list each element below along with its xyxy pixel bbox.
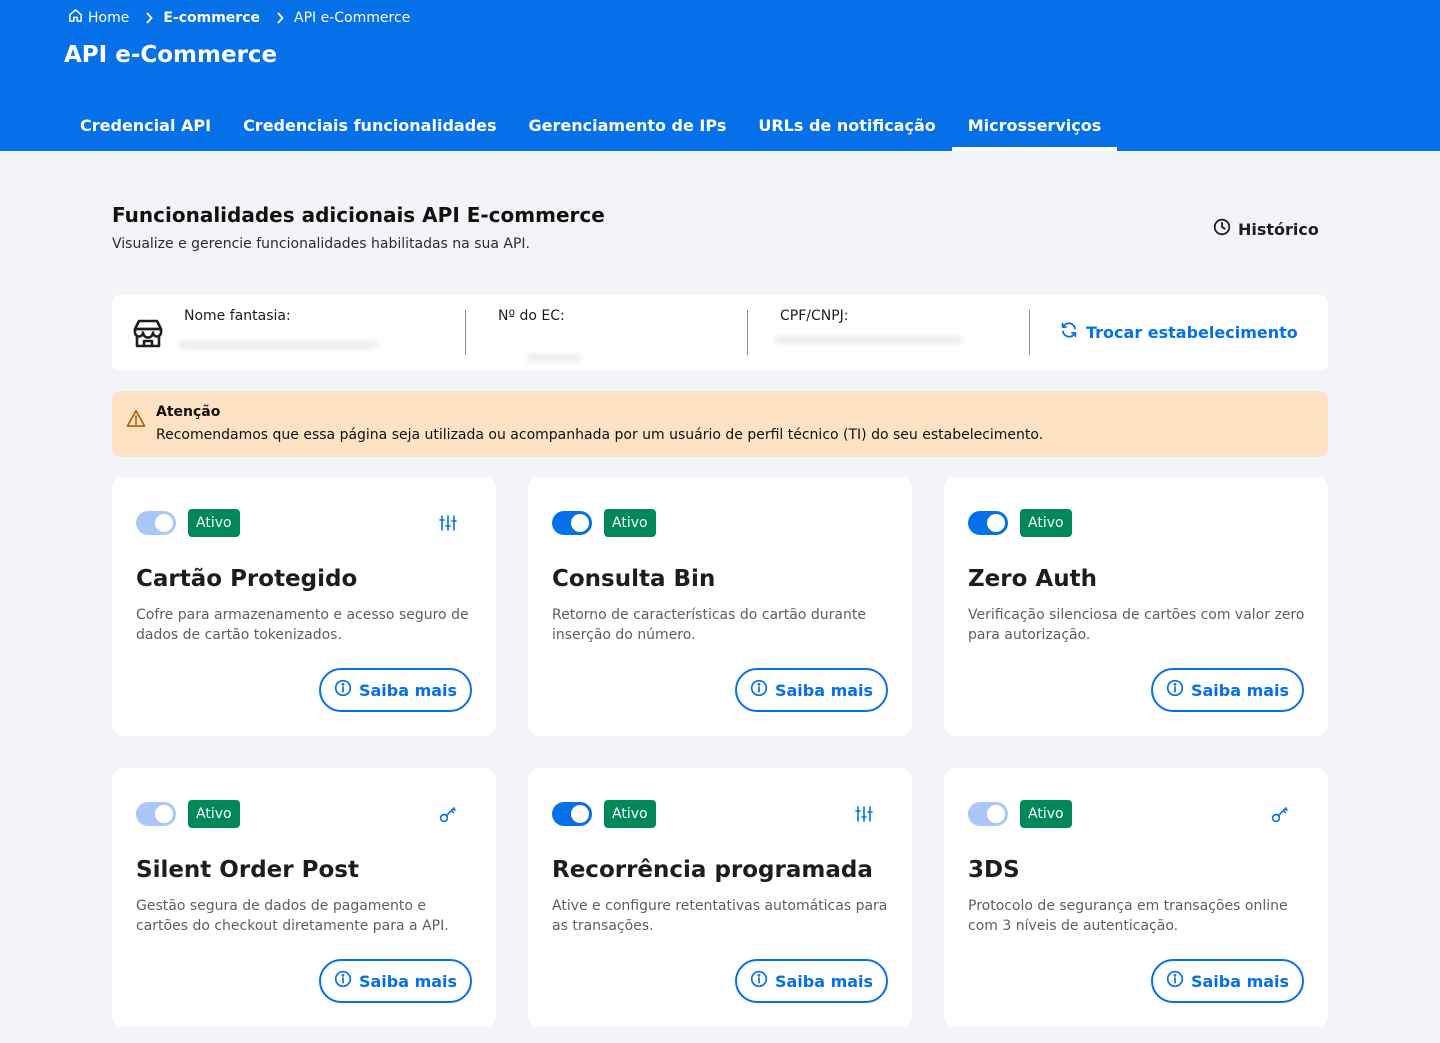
learn-more-label: Saiba mais xyxy=(774,680,874,700)
learn-more-button[interactable]: Saiba mais xyxy=(1151,668,1304,712)
feature-toggle[interactable] xyxy=(136,511,176,535)
card-title: Cartão Protegido xyxy=(136,566,358,592)
key-icon[interactable] xyxy=(1270,804,1290,828)
breadcrumb: Home E-commerce API e-Commerce xyxy=(68,8,410,27)
card-description: Cofre para armazenamento e acesso seguro… xyxy=(136,607,469,643)
store-icon xyxy=(130,315,166,355)
feature-card-consulta-bin: Ativo Consulta Bin Retorno de caracterís… xyxy=(528,477,912,736)
learn-more-label: Saiba mais xyxy=(1190,680,1290,700)
page-title: API e-Commerce xyxy=(64,42,278,68)
alert-message: Recomendamos que essa página seja utiliz… xyxy=(156,427,1044,443)
card-description: Retorno de características do cartão dur… xyxy=(552,607,866,643)
feature-card-zero-auth: Ativo Zero Auth Verificação silenciosa d… xyxy=(944,477,1328,736)
card-title: Consulta Bin xyxy=(552,566,716,592)
establishment-bar: Nome fantasia: Nº do EC: CPF/CNPJ: Troca… xyxy=(112,295,1328,371)
history-label: Histórico xyxy=(1238,219,1319,239)
learn-more-label: Saiba mais xyxy=(1190,971,1290,991)
status-badge: Ativo xyxy=(188,800,240,828)
status-badge: Ativo xyxy=(1020,800,1072,828)
info-icon xyxy=(334,970,352,992)
learn-more-label: Saiba mais xyxy=(358,971,458,991)
tab-microsservicos[interactable]: Microsserviços xyxy=(951,104,1118,151)
status-badge: Ativo xyxy=(604,800,656,828)
learn-more-button[interactable]: Saiba mais xyxy=(319,959,472,1003)
card-title: 3DS xyxy=(968,857,1020,883)
section-subtitle: Visualize e gerencie funcionalidades hab… xyxy=(112,236,530,252)
card-description: Protocolo de segurança em transações onl… xyxy=(968,898,1288,934)
feature-toggle[interactable] xyxy=(968,511,1008,535)
info-icon xyxy=(1166,970,1184,992)
swap-establishment-label: Trocar estabelecimento xyxy=(1086,322,1298,342)
feature-card-cartao-protegido: Ativo Cartão Protegido Cofre para armaze… xyxy=(112,477,496,736)
breadcrumb-ecommerce[interactable]: E-commerce xyxy=(163,10,260,26)
card-title: Silent Order Post xyxy=(136,857,359,883)
swap-establishment-button[interactable]: Trocar estabelecimento xyxy=(1060,321,1298,343)
status-badge: Ativo xyxy=(1020,509,1072,537)
chevron-right-icon xyxy=(145,11,154,24)
feature-toggle[interactable] xyxy=(968,802,1008,826)
feature-card-recorrencia-programada: Ativo Recorrência programada Ative e con… xyxy=(528,768,912,1027)
status-badge: Ativo xyxy=(604,509,656,537)
divider xyxy=(465,310,466,355)
trade-name-label: Nome fantasia: xyxy=(184,308,291,324)
page-header: Home E-commerce API e-Commerce API e-Com… xyxy=(0,0,1440,151)
info-icon xyxy=(1166,679,1184,701)
section-title: Funcionalidades adicionais API E-commerc… xyxy=(112,203,605,227)
feature-toggle[interactable] xyxy=(552,802,592,826)
feature-toggle[interactable] xyxy=(136,802,176,826)
feature-toggle[interactable] xyxy=(552,511,592,535)
tab-gerenciamento-ips[interactable]: Gerenciamento de IPs xyxy=(513,104,743,151)
tab-urls-notificacao[interactable]: URLs de notificação xyxy=(742,104,951,151)
learn-more-button[interactable]: Saiba mais xyxy=(319,668,472,712)
breadcrumb-current: API e-Commerce xyxy=(294,9,411,26)
card-description: Verificação silenciosa de cartões com va… xyxy=(968,607,1305,643)
document-value xyxy=(774,335,964,345)
chevron-right-icon xyxy=(276,11,284,24)
history-button[interactable]: Histórico xyxy=(1213,218,1319,240)
breadcrumb-home-label: Home xyxy=(88,9,130,26)
learn-more-button[interactable]: Saiba mais xyxy=(735,959,888,1003)
trade-name-value xyxy=(178,340,378,350)
card-description: Ative e configure retentativas automátic… xyxy=(552,898,888,934)
status-badge: Ativo xyxy=(188,509,240,537)
warning-icon xyxy=(126,409,146,432)
feature-card-3ds: Ativo 3DS Protocolo de segurança em tran… xyxy=(944,768,1328,1027)
card-description: Gestão segura de dados de pagamento e ca… xyxy=(136,898,449,934)
tab-credenciais-funcionalidades[interactable]: Credenciais funcionalidades xyxy=(227,104,512,151)
learn-more-button[interactable]: Saiba mais xyxy=(735,668,888,712)
learn-more-label: Saiba mais xyxy=(774,971,874,991)
tab-bar: Credencial API Credenciais funcionalidad… xyxy=(64,104,1118,151)
clock-icon xyxy=(1213,218,1231,240)
learn-more-button[interactable]: Saiba mais xyxy=(1151,959,1304,1003)
feature-card-silent-order-post: Ativo Silent Order Post Gestão segura de… xyxy=(112,768,496,1027)
info-icon xyxy=(750,679,768,701)
info-icon xyxy=(334,679,352,701)
card-title: Zero Auth xyxy=(968,566,1097,592)
divider xyxy=(1029,310,1030,355)
home-icon xyxy=(68,8,83,27)
sliders-icon[interactable] xyxy=(438,513,458,537)
alert-title: Atenção xyxy=(156,404,221,420)
divider xyxy=(747,310,748,355)
tab-credencial-api[interactable]: Credencial API xyxy=(64,104,227,151)
document-label: CPF/CNPJ: xyxy=(780,308,849,324)
attention-alert: Atenção Recomendamos que essa página sej… xyxy=(112,391,1328,457)
card-title: Recorrência programada xyxy=(552,857,873,883)
sliders-icon[interactable] xyxy=(854,804,874,828)
learn-more-label: Saiba mais xyxy=(358,680,458,700)
refresh-icon xyxy=(1060,321,1078,343)
key-icon[interactable] xyxy=(438,804,458,828)
info-icon xyxy=(750,970,768,992)
breadcrumb-home[interactable]: Home xyxy=(68,8,129,27)
ec-number-label: Nº do EC: xyxy=(498,308,565,324)
ec-number-value xyxy=(526,353,582,363)
